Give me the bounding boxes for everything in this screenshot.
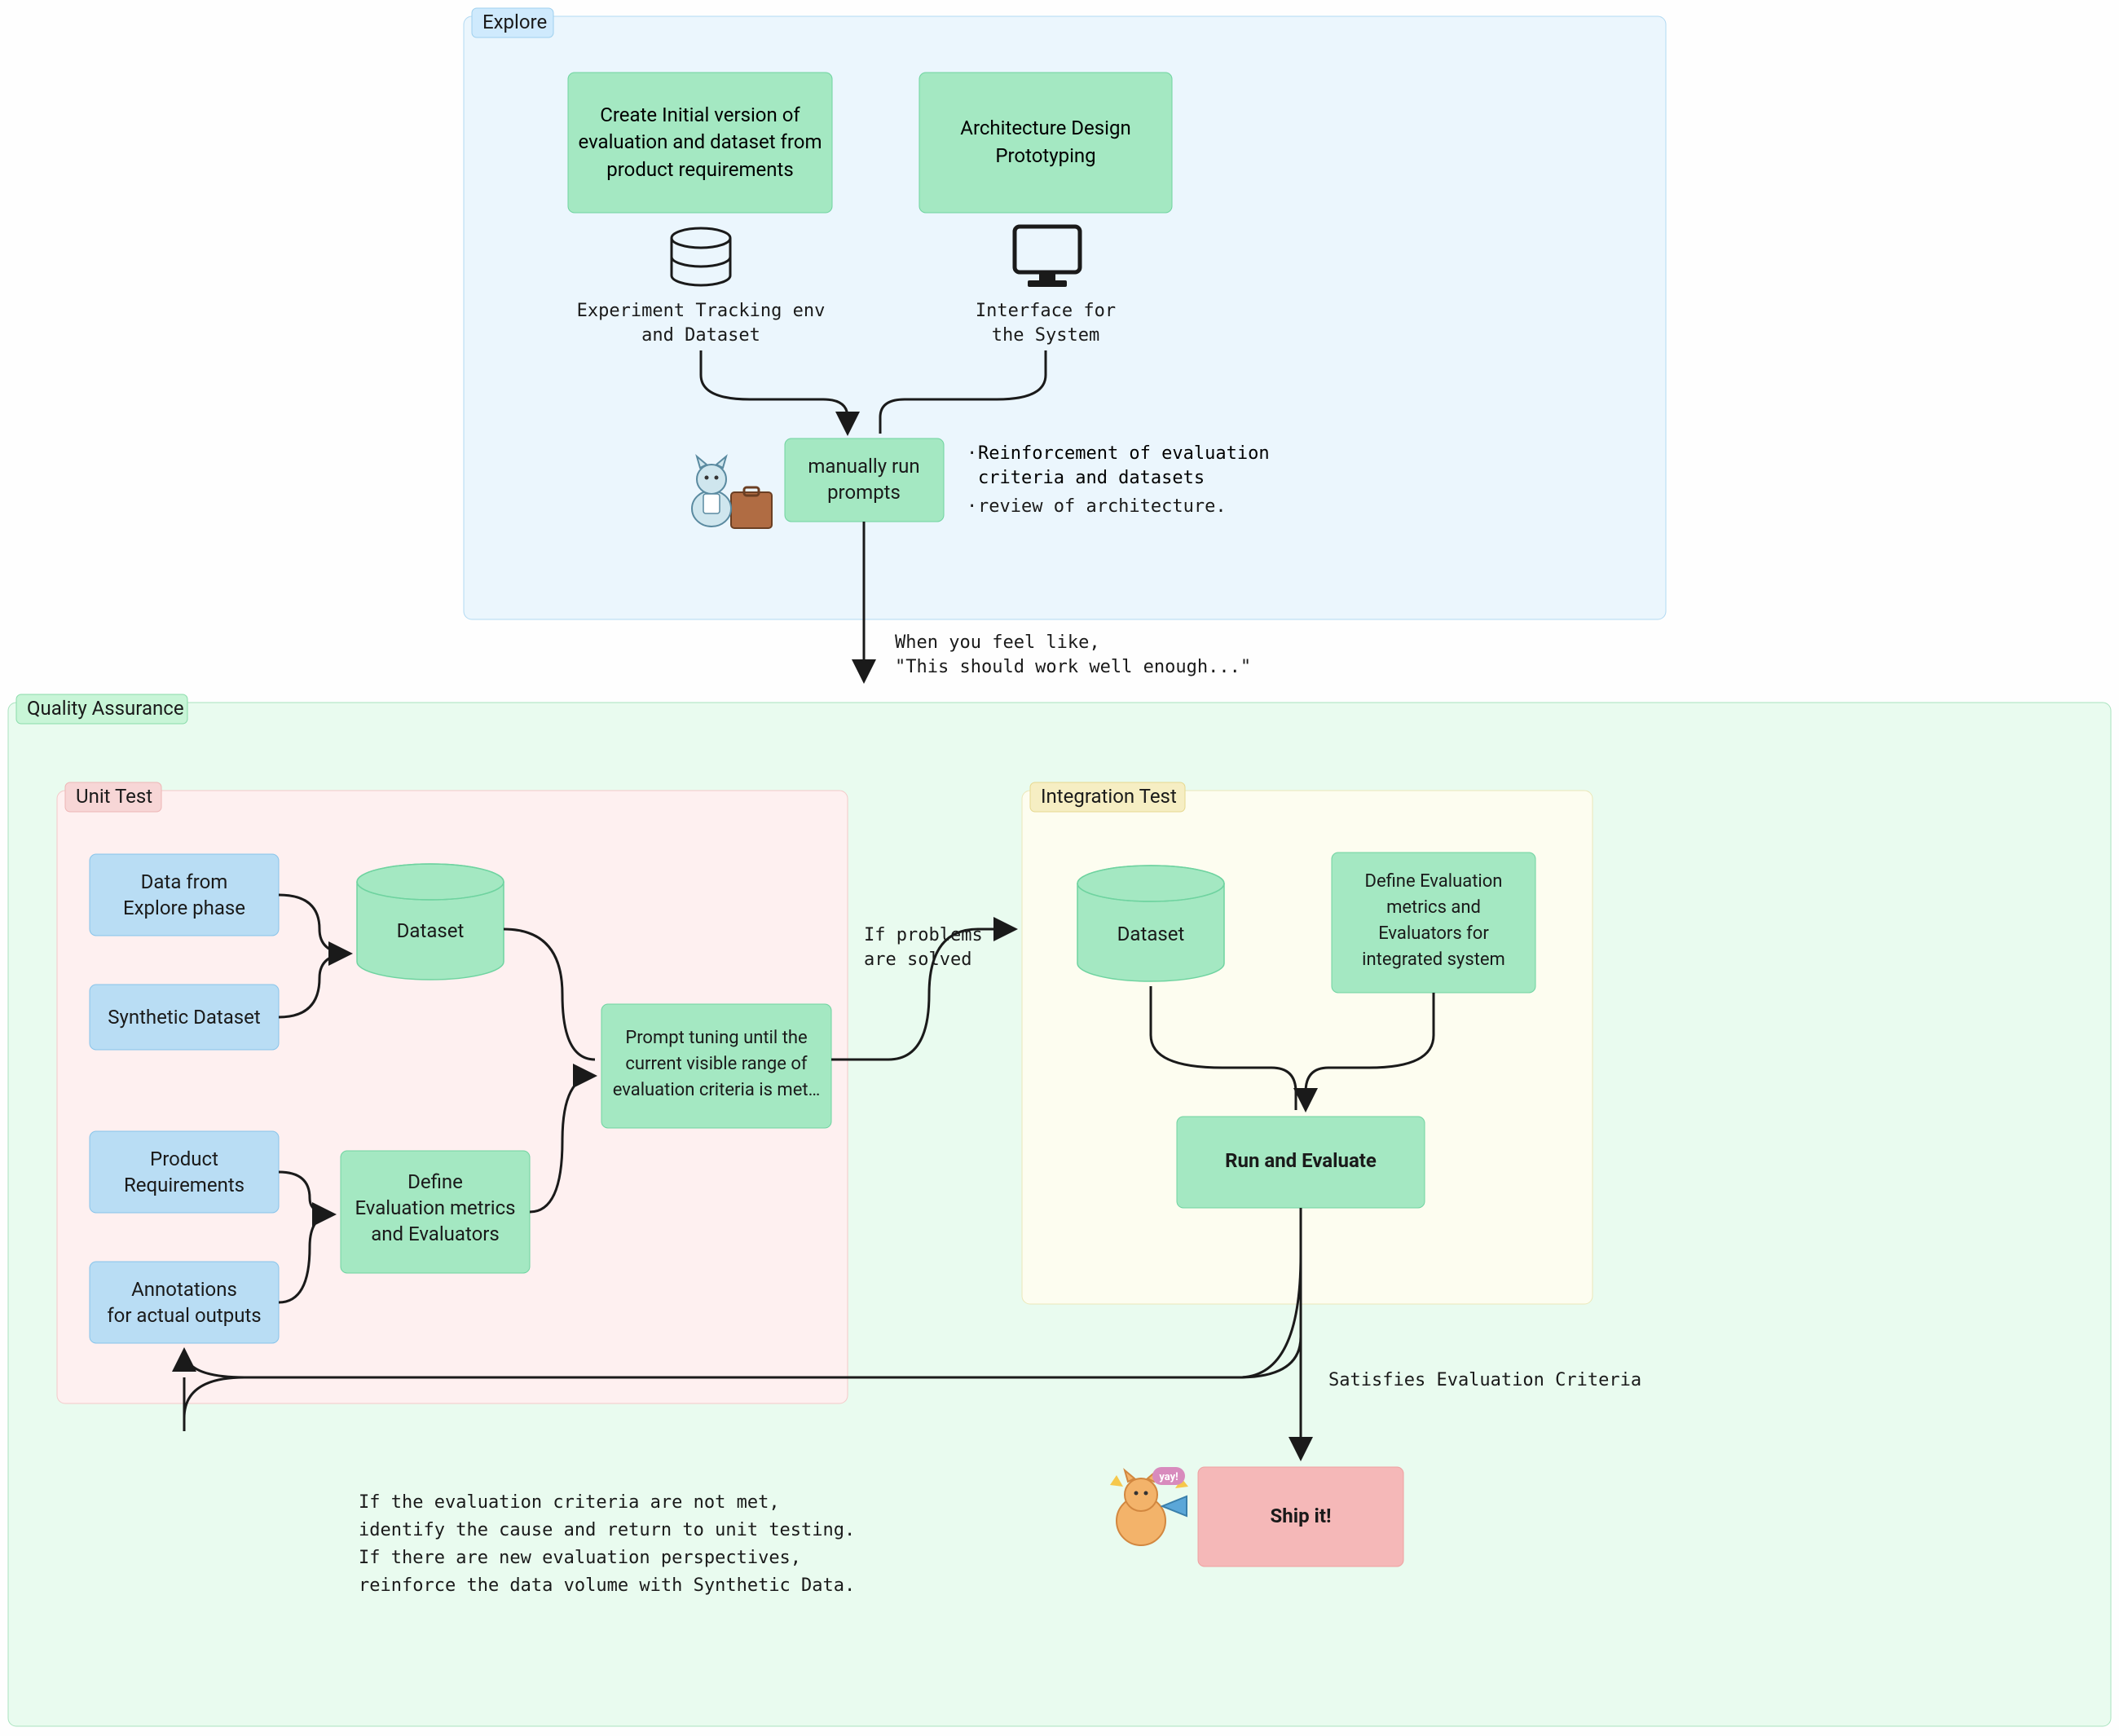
text-fb-l3: If there are new evaluation perspectives… <box>359 1548 801 1568</box>
text-transition-l1: When you feel like, <box>895 632 1100 653</box>
text-run-eval: Run and Evaluate <box>1225 1149 1377 1172</box>
text-annotations-l2: for actual outputs <box>107 1304 261 1327</box>
text-data-from-l2: Explore phase <box>123 897 245 919</box>
label-region-explore: Explore <box>482 11 547 33</box>
text-product-req-l1: Product <box>150 1148 218 1170</box>
text-dataset-int: Dataset <box>1117 923 1185 945</box>
text-pt-l3: evaluation criteria is met… <box>613 1080 821 1100</box>
box-product-req <box>90 1131 279 1213</box>
text-ifsolved-l1: If problems <box>864 925 983 945</box>
label-tracking-l2: and Dataset <box>641 325 760 346</box>
label-region-integration: Integration Test <box>1041 785 1177 808</box>
text-arch-design: Architecture Design Prototyping <box>927 81 1164 205</box>
text-defint-l1: Define Evaluation <box>1365 871 1503 892</box>
label-region-qa: Quality Assurance <box>27 697 184 720</box>
text-defint-l4: integrated system <box>1362 950 1505 970</box>
text-product-req-l2: Requirements <box>124 1174 244 1196</box>
label-interface-l1: Interface for <box>976 301 1116 321</box>
text-dataset-unit: Dataset <box>397 919 465 942</box>
text-fb-l4: reinforce the data volume with Synthetic… <box>359 1575 855 1596</box>
bullet-dot2: · <box>967 496 977 517</box>
text-data-from-l1: Data from <box>141 870 228 893</box>
text-define-l3: and Evaluators <box>371 1223 500 1245</box>
text-annotations-l1: Annotations <box>131 1278 237 1301</box>
text-define-l1: Define <box>408 1170 463 1193</box>
text-manually-run-l2: prompts <box>827 481 901 504</box>
text-fb-l1: If the evaluation criteria are not met, <box>359 1492 780 1513</box>
text-fb-l2: identify the cause and return to unit te… <box>359 1520 855 1540</box>
text-define-l2: Evaluation metrics <box>355 1196 515 1219</box>
text-defint-l3: Evaluators for <box>1378 923 1489 944</box>
text-create-initial: Create Initial version of evaluation and… <box>576 81 824 205</box>
label-region-unit: Unit Test <box>76 785 152 808</box>
label-tracking-l1: Experiment Tracking env <box>577 301 826 321</box>
text-pt-l2: current visible range of <box>625 1054 808 1074</box>
text-transition-l2: "This should work well enough..." <box>895 657 1251 677</box>
text-synthetic: Synthetic Dataset <box>108 1006 261 1029</box>
label-interface-l2: the System <box>992 325 1099 346</box>
bullet-dot1: · <box>967 443 977 464</box>
text-ifsolved-l2: are solved <box>864 950 971 970</box>
text-manually-run-l1: manually run <box>808 455 919 478</box>
box-data-from <box>90 854 279 936</box>
text-satisfies: Satisfies Evaluation Criteria <box>1328 1370 1641 1390</box>
text-defint-l2: metrics and <box>1386 897 1481 918</box>
text-bullet2: review of architecture. <box>978 496 1227 517</box>
text-bullet1: Reinforcement of evaluation criteria and… <box>978 442 1320 490</box>
box-annotations <box>90 1262 279 1343</box>
box-manually-run <box>785 438 944 522</box>
text-ship: Ship it! <box>1271 1505 1332 1527</box>
text-pt-l1: Prompt tuning until the <box>625 1028 807 1048</box>
svg-text:yay!: yay! <box>1159 1471 1178 1483</box>
